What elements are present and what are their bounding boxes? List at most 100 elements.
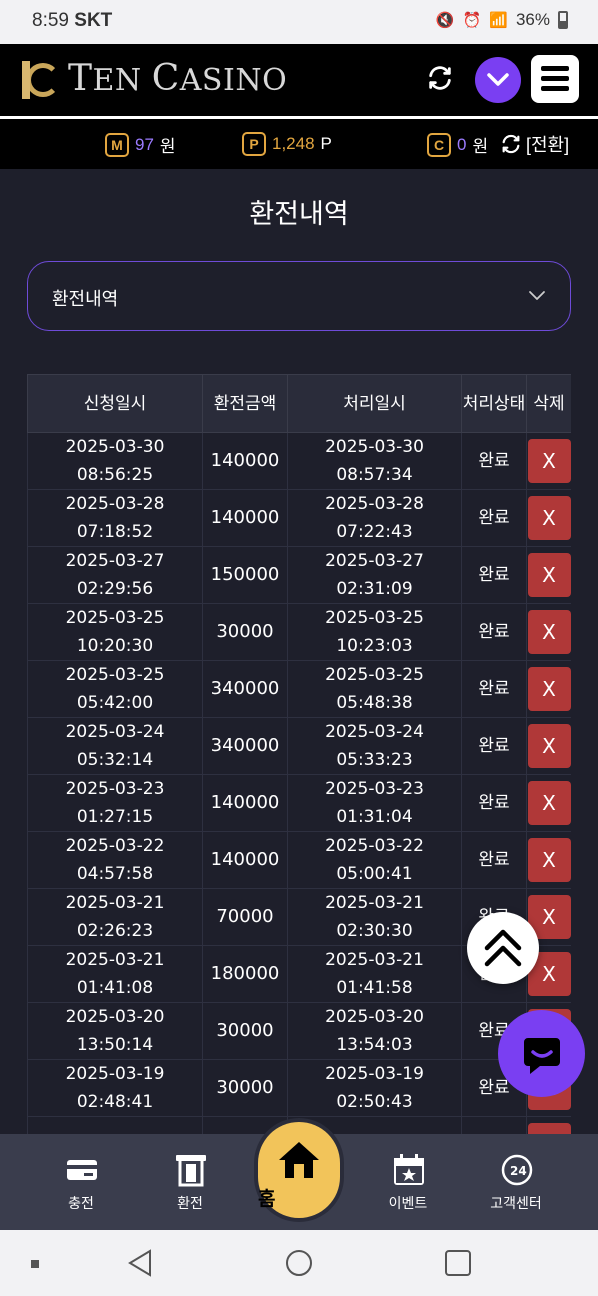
request-time: 08:56:25 xyxy=(76,465,154,485)
nav-support-label: 고객센터 xyxy=(490,1196,542,1212)
menu-icon xyxy=(541,66,569,71)
atm-icon xyxy=(176,1155,206,1187)
amount-cell: 30000 xyxy=(202,1059,288,1117)
delete-cell: X xyxy=(526,489,571,547)
nav-home[interactable]: 홈 xyxy=(258,1122,340,1218)
history-type-select[interactable]: 환전내역 xyxy=(27,261,571,331)
amount-cell: 140000 xyxy=(202,432,288,490)
money-unit: 원 xyxy=(159,137,176,156)
nav-event[interactable]: 이벤트 xyxy=(358,1134,458,1230)
processed-time: 01:31:04 xyxy=(336,807,413,827)
status-cell: 완료 xyxy=(461,489,527,547)
request-date: 2025-03-25 xyxy=(65,608,165,628)
back-icon[interactable] xyxy=(126,1248,154,1278)
convert-button[interactable]: [전환] xyxy=(500,131,569,157)
processed-date: 2025-03-21 xyxy=(325,950,424,970)
processed-time: 05:00:41 xyxy=(336,864,413,884)
nav-support[interactable]: 24 고객센터 xyxy=(466,1134,566,1230)
delete-button[interactable]: X xyxy=(527,439,571,483)
refresh-button[interactable] xyxy=(424,64,456,96)
amount-cell: 140000 xyxy=(202,774,288,832)
status-cell: 완료 xyxy=(461,717,527,775)
account-dropdown-button[interactable] xyxy=(475,57,521,103)
delete-cell: X xyxy=(526,774,571,832)
processed-time: 05:33:23 xyxy=(336,750,413,770)
processed-time: 05:48:38 xyxy=(336,693,413,713)
status-cell: 완료 xyxy=(461,546,527,604)
battery-percent: 36% xyxy=(515,10,550,29)
delete-button[interactable]: X xyxy=(527,781,571,825)
amount-cell: 150000 xyxy=(202,546,288,604)
delete-cell: X xyxy=(526,660,571,718)
recents-dot-icon[interactable] xyxy=(30,1259,42,1271)
table-row: 2025-03-19 02:48:41 30000 2025-03-19 02:50:4… xyxy=(27,1059,571,1117)
processed-time: 10:23:03 xyxy=(336,636,413,656)
processed-time-cell: 2025-03-27 02:31:09 xyxy=(287,546,462,604)
processed-time-cell: 2025-03-21 01:41:58 xyxy=(287,945,462,1003)
table-row: 2025-03-25 10:20:30 30000 2025-03-25 10:23:0… xyxy=(27,603,571,661)
delete-button[interactable]: X xyxy=(527,553,571,597)
request-time: 04:57:58 xyxy=(76,864,154,884)
money-value: 97 xyxy=(135,134,154,154)
status-cell: 완료 xyxy=(461,603,527,661)
card-icon xyxy=(67,1160,97,1180)
hamburger-menu-button[interactable] xyxy=(531,55,579,103)
amount-cell: 30000 xyxy=(202,603,288,661)
header-status: 처리상태 xyxy=(461,374,527,433)
request-time: 05:32:14 xyxy=(76,750,154,770)
delete-button[interactable]: X xyxy=(527,610,571,654)
processed-time-cell: 2025-03-25 10:23:03 xyxy=(287,603,462,661)
processed-time-cell: 2025-03-24 05:33:23 xyxy=(287,717,462,775)
request-time-cell: 2025-03-23 01:27:15 xyxy=(27,774,203,832)
request-date: 2025-03-22 xyxy=(65,836,165,856)
processed-time: 01:41:58 xyxy=(336,978,413,998)
battery-icon xyxy=(558,11,568,29)
delete-button[interactable]: X xyxy=(527,667,571,711)
point-badge-icon: P xyxy=(242,132,266,156)
header-processed-time: 처리일시 xyxy=(287,374,462,433)
status-cell: 완료 xyxy=(461,432,527,490)
overview-square-icon[interactable] xyxy=(444,1248,472,1278)
amount-cell: 30000 xyxy=(202,1002,288,1060)
scroll-to-top-button[interactable] xyxy=(467,912,539,984)
mute-icon: 🔇 xyxy=(435,12,455,29)
alarm-icon: ⏰ xyxy=(462,12,482,29)
header-request-time: 신청일시 xyxy=(27,374,203,433)
request-date: 2025-03-21 xyxy=(65,950,165,970)
delete-cell: X xyxy=(526,546,571,604)
request-time-cell: 2025-03-19 xyxy=(27,1116,203,1134)
amount-cell: 70000 xyxy=(202,888,288,946)
request-date: 2025-03-20 xyxy=(65,1007,165,1027)
nav-deposit[interactable]: 충전 xyxy=(31,1134,131,1230)
request-time: 05:42:00 xyxy=(76,693,154,713)
processed-date: 2025-03-23 xyxy=(325,779,424,799)
nav-withdraw[interactable]: 환전 xyxy=(140,1134,240,1230)
status-cell: 완료 xyxy=(461,1116,527,1134)
delete-button[interactable]: X xyxy=(527,496,571,540)
bottom-navigation: 충전 환전 홈 이벤트 24 고객센터 xyxy=(0,1122,598,1230)
nav-withdraw-label: 환전 xyxy=(177,1196,203,1212)
live-chat-button[interactable] xyxy=(498,1010,585,1097)
point-unit: P xyxy=(320,134,332,153)
delete-button[interactable]: X xyxy=(527,838,571,882)
request-date: 2025-03-30 xyxy=(65,437,165,457)
status-time: 8:59 SKT xyxy=(32,10,113,31)
nav-deposit-label: 충전 xyxy=(68,1196,94,1212)
request-time: 01:41:08 xyxy=(76,978,154,998)
request-date: 2025-03-27 xyxy=(65,551,165,571)
processed-time: 02:31:09 xyxy=(336,579,413,599)
status-icons: 🔇 ⏰ 📶 36% xyxy=(436,10,568,30)
delete-button[interactable]: X xyxy=(527,724,571,768)
point-value: 1,248 xyxy=(272,134,315,153)
processed-date: 2025-03-21 xyxy=(325,893,424,913)
casino-unit: 원 xyxy=(472,137,489,156)
calendar-star-icon xyxy=(394,1154,424,1185)
request-date: 2025-03-19 xyxy=(65,1064,165,1084)
logo[interactable]: TEN CASINO xyxy=(22,58,287,99)
processed-time-cell: 2025-03-19 02:50:43 xyxy=(287,1059,462,1117)
support-24h-icon: 24 xyxy=(501,1154,533,1186)
processed-time-cell: 2025-03-28 07:22:43 xyxy=(287,489,462,547)
delete-cell: X xyxy=(526,1116,571,1134)
delete-button[interactable]: X xyxy=(527,1122,571,1134)
home-circle-icon[interactable] xyxy=(284,1248,314,1278)
